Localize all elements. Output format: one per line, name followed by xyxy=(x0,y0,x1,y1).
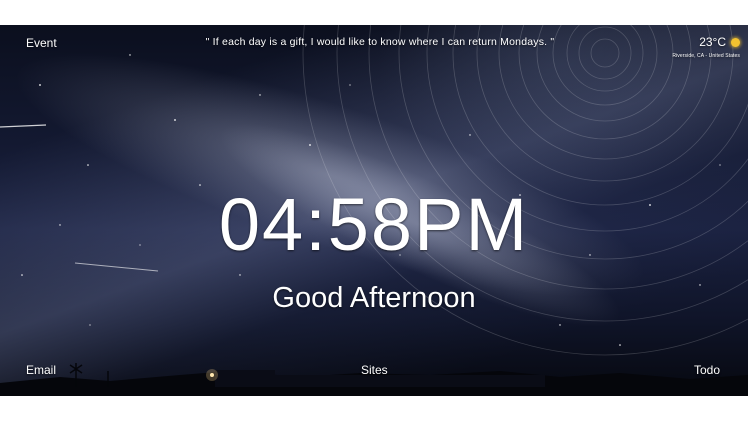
event-link[interactable]: Event xyxy=(26,36,57,50)
weather-location: Riverside, CA - United States xyxy=(672,53,740,59)
night-sky-background: Event " If each day is a gift, I would l… xyxy=(0,25,748,396)
weather-widget[interactable]: 23°C Riverside, CA - United States xyxy=(672,35,740,59)
sun-icon xyxy=(731,37,740,47)
temperature-row: 23°C xyxy=(672,35,740,49)
new-tab-page: Event " If each day is a gift, I would l… xyxy=(0,0,748,421)
sites-link[interactable]: Sites xyxy=(361,363,388,377)
temperature: 23°C xyxy=(699,35,726,49)
clock-time: 04:58PM xyxy=(218,183,530,266)
email-link[interactable]: Email xyxy=(26,363,56,377)
todo-link[interactable]: Todo xyxy=(694,363,720,377)
daily-quote: " If each day is a gift, I would like to… xyxy=(205,36,555,48)
greeting-text: Good Afternoon xyxy=(272,282,476,314)
